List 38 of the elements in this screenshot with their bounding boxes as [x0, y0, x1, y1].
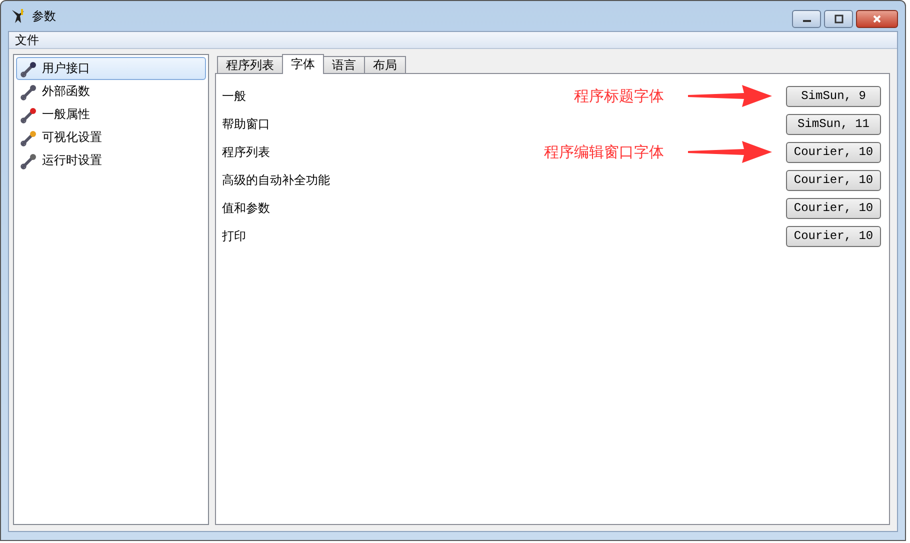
- font-setting-label: 一般: [222, 88, 247, 104]
- tab[interactable]: 布局: [364, 56, 406, 73]
- wrench-icon: [20, 128, 38, 146]
- bird-icon: [10, 8, 26, 24]
- window-title: 参数: [32, 8, 56, 24]
- minimize-button[interactable]: [792, 10, 821, 28]
- menu-item[interactable]: 文件: [15, 32, 39, 48]
- close-button[interactable]: [856, 10, 898, 28]
- annotation-text: 程序编辑窗口字体: [544, 142, 664, 162]
- maximize-icon: [834, 14, 844, 24]
- font-button[interactable]: SimSun, 11: [786, 114, 881, 134]
- font-setting-label: 帮助窗口: [222, 116, 271, 132]
- font-setting-label: 值和参数: [222, 200, 271, 216]
- category-item[interactable]: 运行时设置: [16, 149, 206, 172]
- font-button[interactable]: Courier, 10: [786, 226, 881, 246]
- tab[interactable]: 程序列表: [217, 56, 283, 73]
- wrench-icon: [20, 106, 38, 124]
- close-icon: [872, 14, 882, 24]
- wrench-icon: [20, 60, 38, 78]
- tab[interactable]: 字体: [282, 54, 324, 74]
- wrench-icon: [20, 152, 38, 170]
- font-setting-label: 程序列表: [222, 144, 271, 160]
- arrow-icon: [688, 84, 772, 108]
- category-item[interactable]: 一般属性: [16, 103, 206, 126]
- font-button[interactable]: Courier, 10: [786, 198, 881, 218]
- font-setting-label: 打印: [222, 228, 247, 244]
- arrow-icon: [688, 140, 772, 164]
- category-item[interactable]: 可视化设置: [16, 126, 206, 149]
- font-setting-label: 高级的自动补全功能: [222, 172, 331, 188]
- category-item[interactable]: 用户接口: [16, 57, 206, 80]
- category-item[interactable]: 外部函数: [16, 80, 206, 103]
- maximize-button[interactable]: [824, 10, 853, 28]
- annotation-text: 程序标题字体: [574, 86, 664, 106]
- font-button[interactable]: Courier, 10: [786, 142, 881, 162]
- font-button[interactable]: SimSun, 9: [786, 86, 881, 106]
- font-button[interactable]: Courier, 10: [786, 170, 881, 190]
- tab[interactable]: 语言: [323, 56, 365, 73]
- wrench-icon: [20, 82, 38, 100]
